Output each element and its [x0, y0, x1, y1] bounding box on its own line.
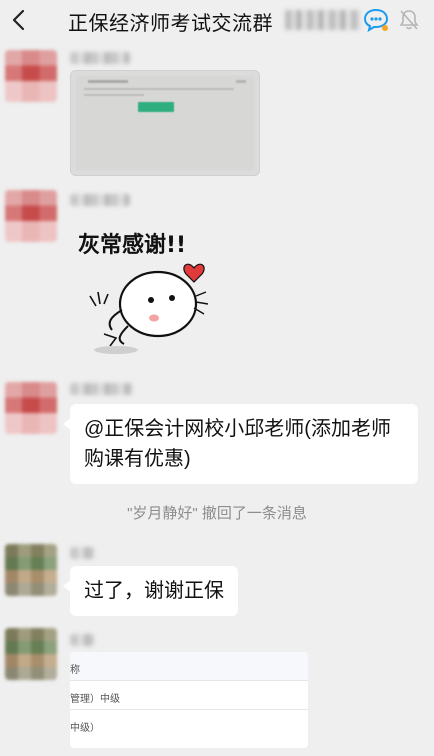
message-bubble[interactable]: 过了，谢谢正保: [63, 566, 238, 616]
image-message[interactable]: [70, 70, 260, 176]
mute-bell-icon[interactable]: [398, 8, 420, 32]
avatar[interactable]: [5, 544, 57, 596]
group-chat-icon[interactable]: [362, 6, 390, 34]
card-row: 称: [70, 652, 308, 681]
chat-title: 正保经济师考试交流群: [68, 13, 273, 35]
sender-name-blurred: [70, 194, 130, 206]
avatar[interactable]: [5, 382, 57, 434]
top-bar: 正保经济师考试交流群: [0, 0, 434, 40]
sticker-text: 灰常感谢!!: [78, 232, 186, 258]
sender-name-blurred: [70, 547, 94, 559]
card-row: 管理）中级: [70, 681, 308, 710]
avatar[interactable]: [5, 628, 57, 680]
avatar[interactable]: [5, 190, 57, 242]
message-bubble[interactable]: @正保会计网校小邱老师(添加老师购课有优惠): [63, 404, 418, 484]
title-blurred-count: [285, 10, 360, 30]
thanks-sticker[interactable]: 灰常感谢!!: [76, 226, 226, 364]
avatar[interactable]: [5, 50, 57, 102]
card-row: 中级）: [70, 723, 100, 734]
recall-notice: "岁月静好" 撤回了一条消息: [127, 505, 307, 522]
sender-name-blurred: [70, 383, 132, 395]
image-message-card[interactable]: 称 管理）中级 中级）: [70, 652, 308, 748]
chevron-left-icon[interactable]: [6, 5, 34, 35]
sender-name-blurred: [70, 634, 94, 646]
sender-name-blurred: [70, 52, 130, 64]
